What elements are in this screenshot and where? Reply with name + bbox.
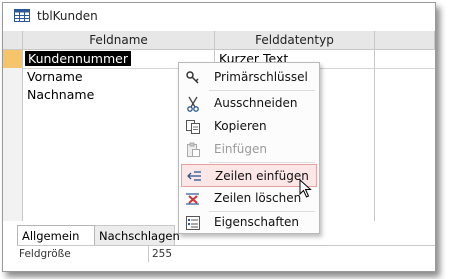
property-label: Feldgröße (19, 248, 71, 260)
menu-item-label: Zeilen löschen (214, 191, 302, 205)
menu-item-properties[interactable]: Eigenschaften (179, 211, 319, 234)
menu-item-delete-rows[interactable]: Zeilen löschen (179, 187, 319, 210)
insert-rows-icon (187, 171, 201, 181)
table-icon (14, 9, 30, 22)
menu-item-primary-key[interactable]: Primärschlüssel (179, 66, 319, 89)
delete-rows-icon (186, 193, 199, 205)
title-bar: tblKunden (3, 3, 435, 29)
menu-item-paste[interactable]: Einfügen (179, 138, 319, 161)
grid-line (148, 246, 149, 262)
menu-item-copy[interactable]: Kopieren (179, 115, 319, 138)
row-selector[interactable] (3, 86, 23, 104)
properties-icon (186, 216, 200, 230)
copy-icon (186, 120, 200, 134)
column-header-datatype[interactable]: Felddatentyp (215, 31, 375, 50)
key-icon (186, 71, 199, 84)
row-selector[interactable] (3, 68, 23, 86)
field-name-text: Kundennummer (25, 51, 131, 66)
menu-item-label: Primärschlüssel (214, 70, 308, 84)
menu-item-label: Ausschneiden (214, 96, 298, 110)
field-properties: Feldgröße 255 (17, 245, 435, 262)
menu-item-insert-rows[interactable]: Zeilen einfügen (181, 164, 317, 187)
menu-item-label: Kopieren (214, 119, 267, 133)
menu-separator (209, 162, 315, 163)
scissors-icon (187, 96, 199, 112)
row-selector-column (3, 104, 23, 221)
tab-general[interactable]: Allgemein (17, 225, 95, 245)
row-selector-current[interactable] (3, 50, 23, 68)
menu-separator (209, 90, 315, 91)
tab-lookup[interactable]: Nachschlagen (95, 225, 180, 245)
column-header-description[interactable] (375, 31, 435, 50)
menu-item-cut[interactable]: Ausschneiden (179, 92, 319, 115)
column-header-fieldname[interactable]: Feldname (23, 31, 215, 50)
window-title: tblKunden (37, 9, 98, 23)
paste-icon (187, 142, 200, 157)
context-menu: Primärschlüssel Ausschneiden Kopieren Ei… (178, 62, 320, 234)
menu-item-label: Einfügen (214, 142, 267, 156)
row-selector-header[interactable] (3, 31, 23, 50)
mouse-cursor-icon (299, 179, 312, 198)
menu-item-label: Eigenschaften (214, 215, 300, 229)
menu-item-label: Zeilen einfügen (215, 169, 309, 183)
property-value[interactable]: 255 (152, 248, 172, 260)
